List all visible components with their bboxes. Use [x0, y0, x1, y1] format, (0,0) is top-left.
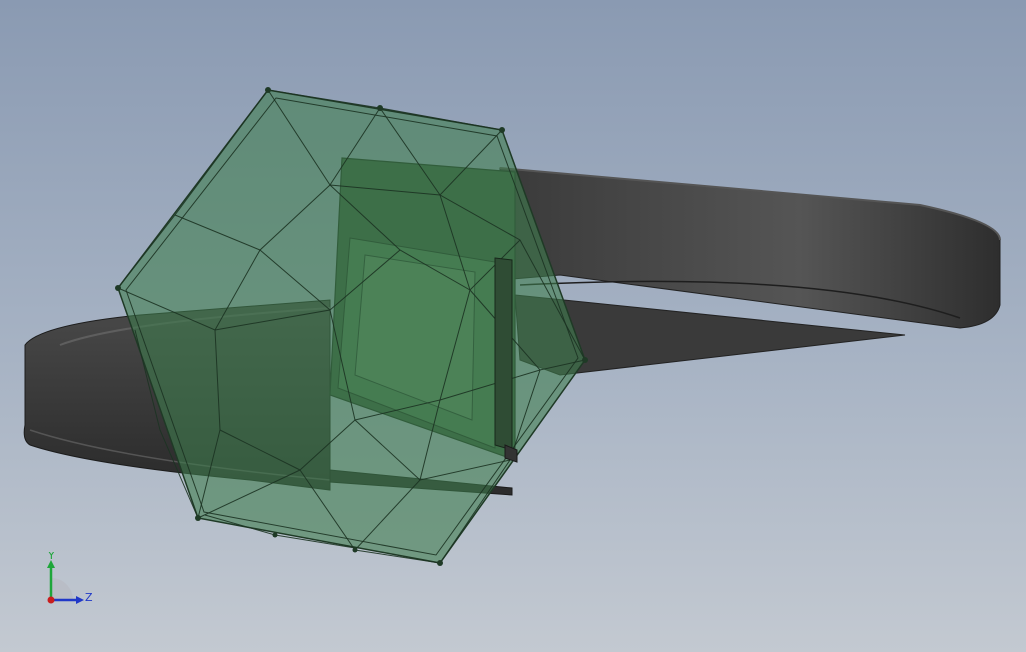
z-axis-arrow-head	[76, 596, 84, 604]
x-axis-origin-dot	[47, 596, 55, 604]
y-axis-label: Y	[47, 552, 55, 562]
triad-plane-indicator	[51, 578, 73, 600]
ring-model[interactable]	[0, 0, 1026, 652]
gemstone	[115, 87, 588, 566]
z-axis-label: Z	[85, 591, 93, 604]
view-orientation-triad: Y Z	[47, 552, 93, 604]
graphics-viewport[interactable]: Y Z	[0, 0, 1026, 652]
